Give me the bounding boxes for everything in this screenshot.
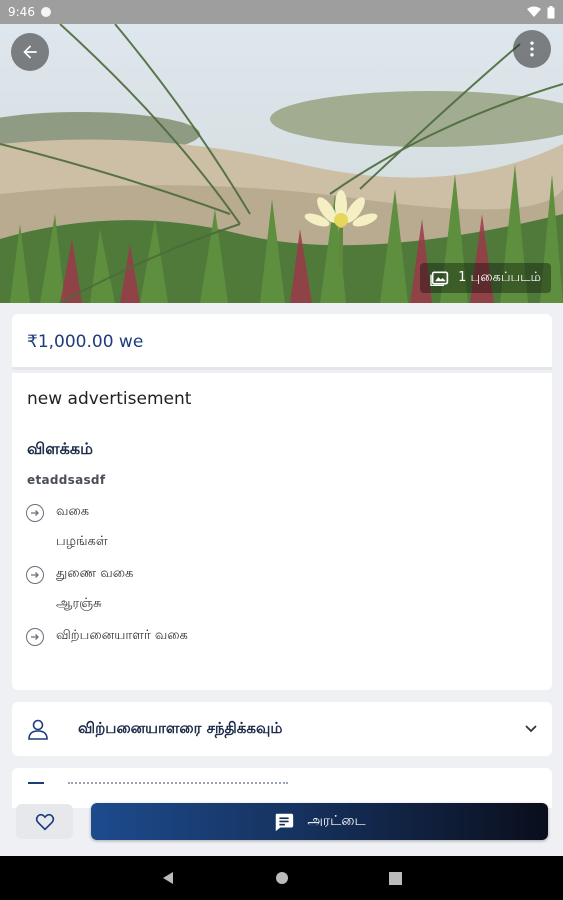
attribute-item: விற்பனையாளர் வகை xyxy=(26,628,188,646)
arrow-circle-icon xyxy=(26,504,44,522)
status-bar: 9:46 xyxy=(0,0,563,24)
listing-title: new advertisement xyxy=(27,389,192,409)
arrow-back-icon xyxy=(23,45,37,59)
price-card: ₹1,000.00 we xyxy=(12,314,552,370)
attribute-label: வகை xyxy=(56,504,90,519)
battery-icon xyxy=(547,5,555,18)
nav-home-icon[interactable] xyxy=(275,871,289,885)
chat-button[interactable]: அரட்டை xyxy=(91,803,548,840)
attribute-label: துணை வகை xyxy=(56,566,134,581)
attribute-item: துணை வகை ஆரஞ்சு xyxy=(26,566,133,612)
nav-back-icon[interactable] xyxy=(161,871,175,885)
more-vert-icon xyxy=(530,41,534,57)
arrow-circle-icon xyxy=(26,628,44,646)
favorite-button[interactable] xyxy=(16,804,73,839)
photo-library-icon xyxy=(430,271,449,287)
hero-photo xyxy=(0,24,563,303)
attribute-value: பழங்கள் xyxy=(56,534,108,549)
section-icon xyxy=(28,782,44,794)
arrow-circle-icon xyxy=(26,566,44,584)
chevron-down-icon xyxy=(525,725,537,733)
attribute-item: வகை பழங்கள் xyxy=(26,504,108,550)
back-button[interactable] xyxy=(11,33,49,71)
wifi-icon xyxy=(527,6,541,17)
notification-icon xyxy=(40,7,51,17)
description-text: etaddsasdf xyxy=(27,473,106,487)
heart-icon xyxy=(35,813,54,831)
photo-count-label: 1 புகைப்படம் xyxy=(458,270,541,285)
description-heading: விளக்கம் xyxy=(27,439,93,458)
listing-price: ₹1,000.00 we xyxy=(27,332,144,352)
nav-recents-icon[interactable] xyxy=(389,871,402,885)
attribute-label: விற்பனையாளர் வகை xyxy=(56,628,188,643)
system-nav-bar xyxy=(0,856,563,900)
section-text-fragment xyxy=(68,782,288,784)
meet-seller-label: விற்பனையாளரை சந்திக்கவும் xyxy=(78,719,283,737)
bottom-action-bar: அரட்டை xyxy=(0,795,563,856)
chat-icon xyxy=(276,813,294,831)
more-options-button[interactable] xyxy=(513,30,551,68)
status-time: 9:46 xyxy=(8,5,35,19)
attribute-value: ஆரஞ்சு xyxy=(56,596,102,611)
listing-photo[interactable]: 1 புகைப்படம் xyxy=(0,24,563,303)
photo-count-badge[interactable]: 1 புகைப்படம் xyxy=(420,263,551,293)
chat-button-label: அரட்டை xyxy=(307,812,366,829)
person-icon xyxy=(28,719,48,740)
meet-seller-row[interactable]: விற்பனையாளரை சந்திக்கவும் xyxy=(12,702,552,756)
details-card: new advertisement விளக்கம் etaddsasdf வக… xyxy=(12,373,552,690)
